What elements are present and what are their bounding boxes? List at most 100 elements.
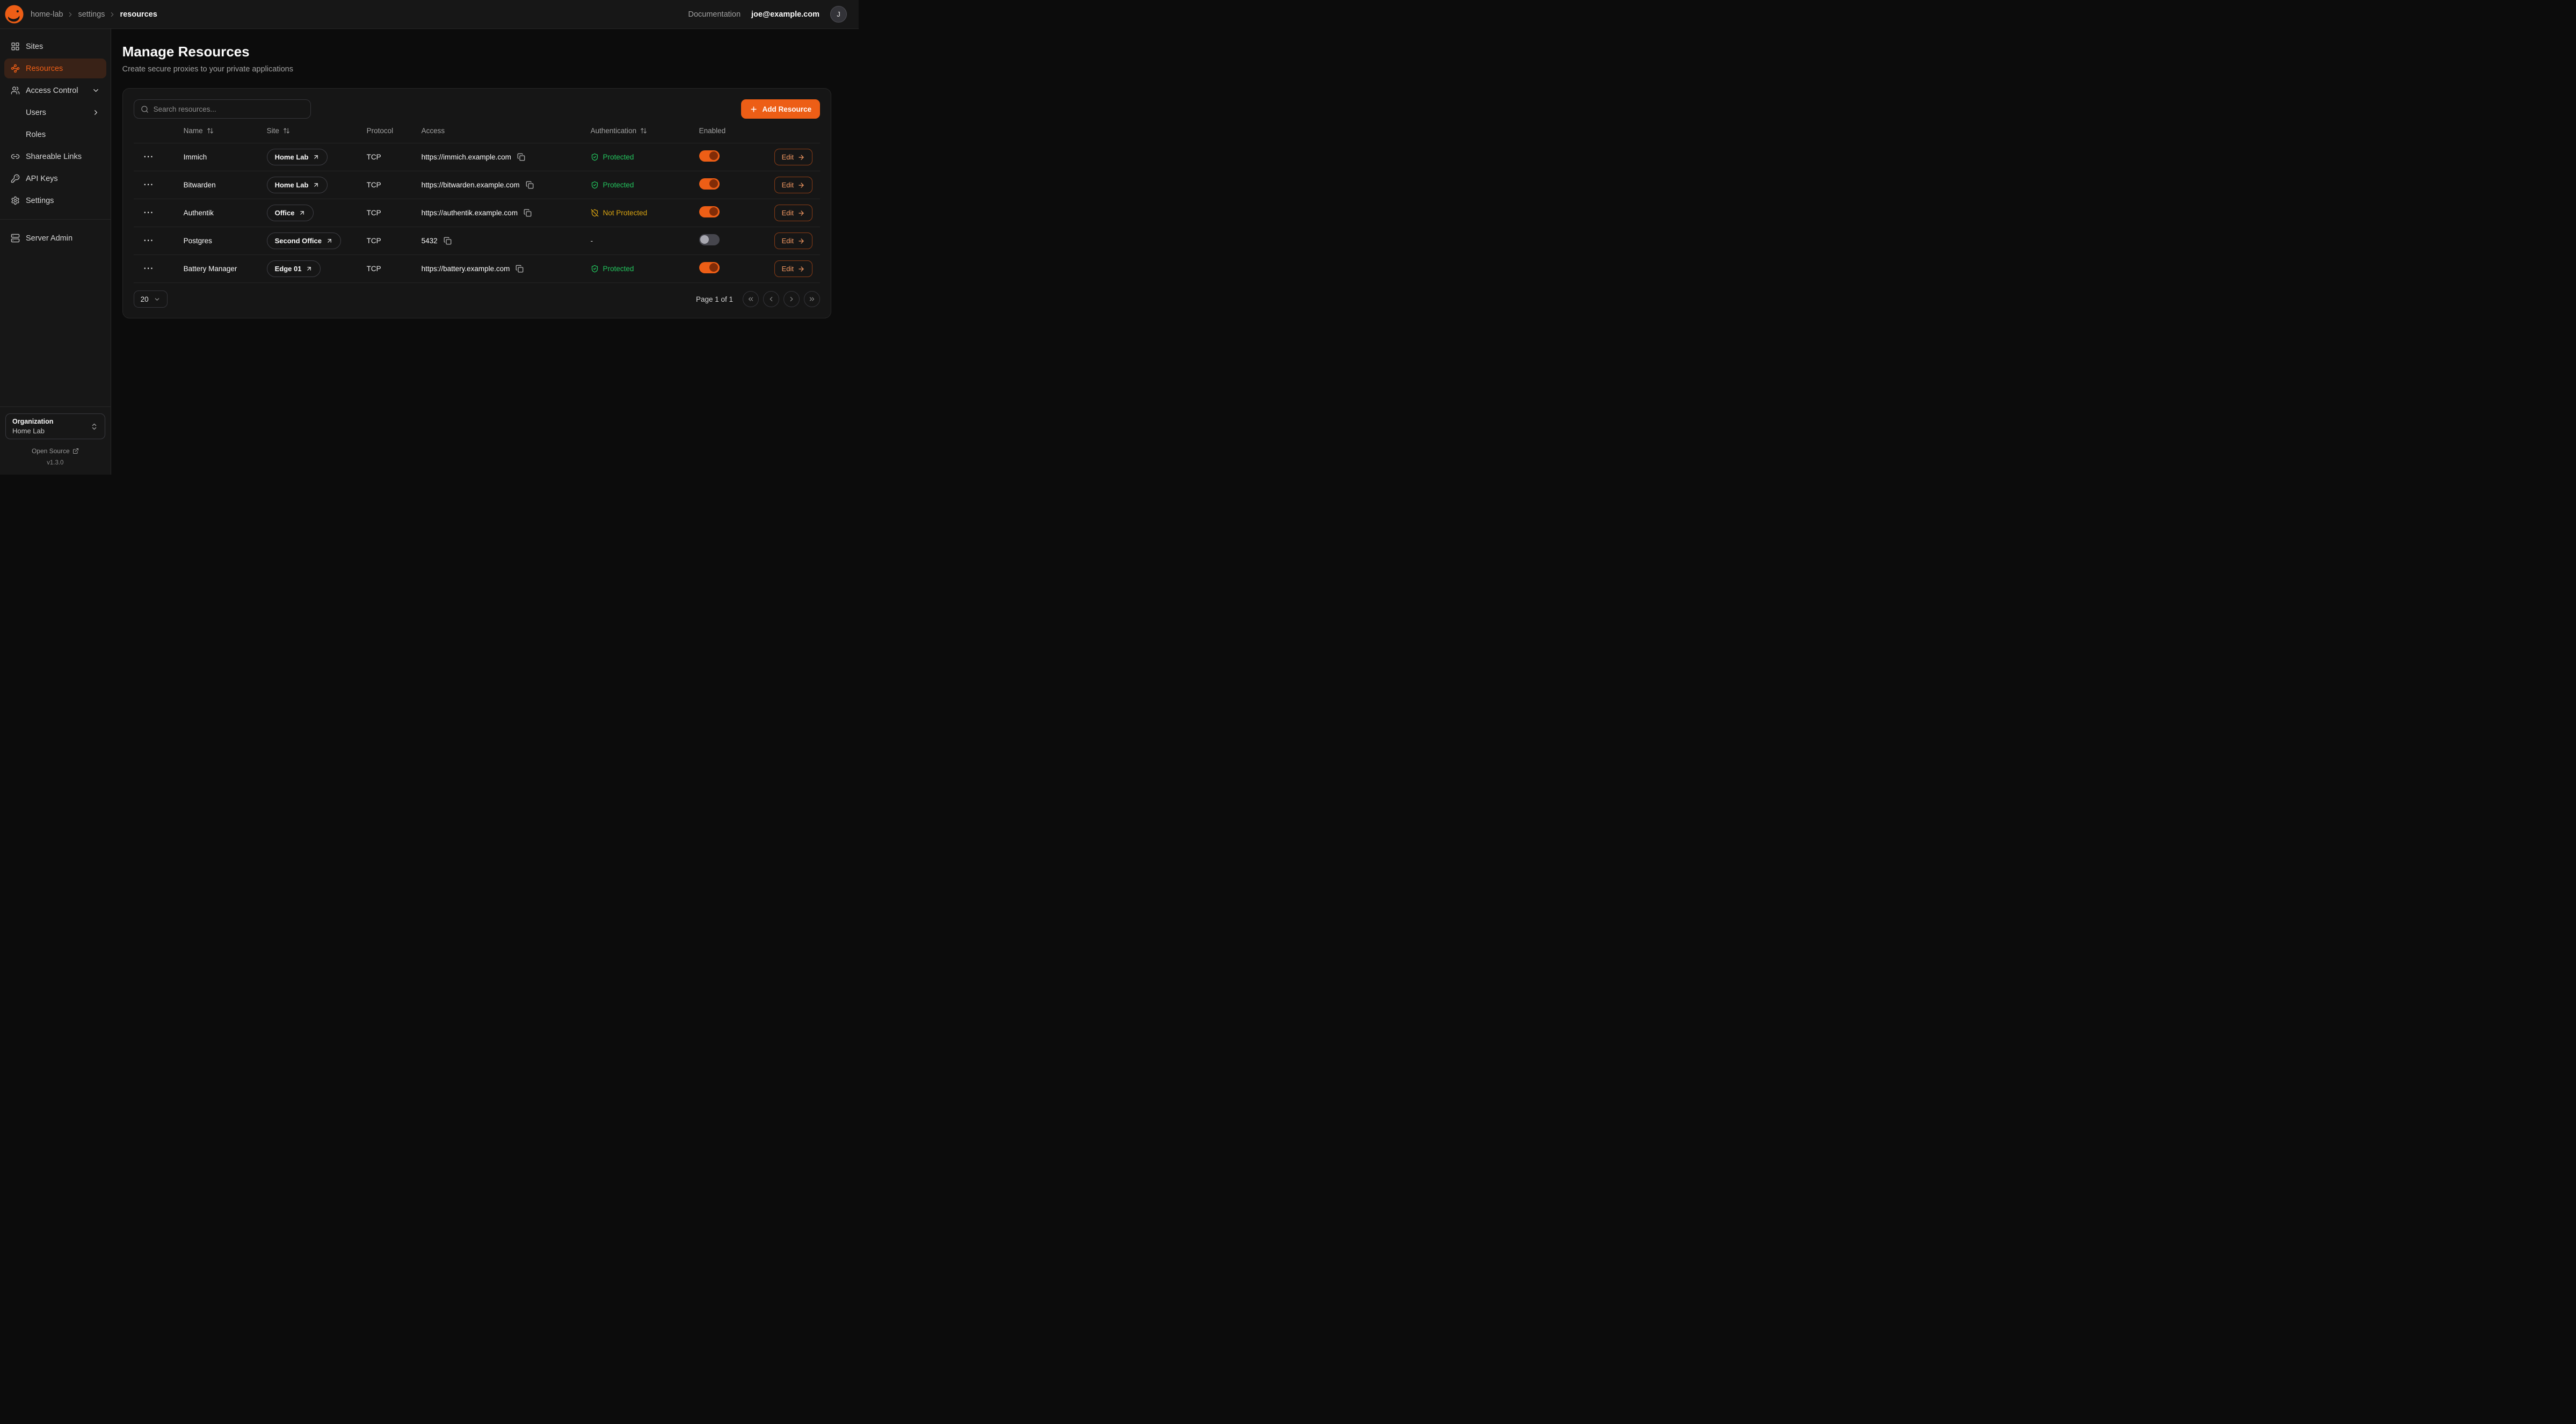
arrow-up-right-icon bbox=[313, 154, 320, 161]
shield-off-icon bbox=[591, 209, 599, 217]
last-page-button[interactable] bbox=[804, 291, 820, 307]
breadcrumb-item-org[interactable]: home-lab bbox=[31, 10, 63, 19]
column-header-name[interactable]: Name bbox=[184, 127, 267, 135]
waypoints-icon bbox=[11, 64, 20, 73]
edit-button[interactable]: Edit bbox=[774, 205, 812, 221]
page-size-select[interactable]: 20 bbox=[134, 290, 168, 308]
sidebar-item-settings[interactable]: Settings bbox=[4, 191, 106, 210]
resource-name: Immich bbox=[184, 153, 267, 161]
row-menu-button[interactable]: ⋯ bbox=[141, 151, 156, 163]
sidebar-item-roles[interactable]: Roles bbox=[4, 125, 106, 144]
auth-status: Protected bbox=[591, 265, 699, 273]
table-row: ⋯ Postgres Second Office TCP 5432 - Edit bbox=[134, 227, 820, 255]
table-toolbar: Add Resource bbox=[134, 99, 820, 119]
auth-status: Protected bbox=[591, 153, 699, 161]
organization-selector[interactable]: Organization Home Lab bbox=[5, 413, 105, 439]
sidebar-item-resources[interactable]: Resources bbox=[4, 59, 106, 78]
site-link[interactable]: Second Office bbox=[267, 233, 341, 249]
chevron-right-icon bbox=[67, 11, 74, 18]
row-menu-button[interactable]: ⋯ bbox=[141, 235, 156, 247]
copy-icon[interactable] bbox=[525, 180, 535, 190]
resource-access-url: https://immich.example.com bbox=[422, 153, 511, 161]
next-page-button[interactable] bbox=[783, 291, 800, 307]
topbar: home-lab settings resources Documentatio… bbox=[0, 0, 859, 29]
enabled-toggle[interactable] bbox=[699, 234, 720, 245]
sidebar-item-users[interactable]: Users bbox=[4, 103, 106, 122]
edit-button[interactable]: Edit bbox=[774, 260, 812, 277]
column-header-site[interactable]: Site bbox=[267, 127, 367, 135]
shield-check-icon bbox=[591, 181, 599, 189]
first-page-button[interactable] bbox=[743, 291, 759, 307]
row-menu-button[interactable]: ⋯ bbox=[141, 207, 156, 219]
external-link-icon bbox=[72, 448, 79, 454]
resource-name: Battery Manager bbox=[184, 265, 267, 273]
previous-page-button[interactable] bbox=[763, 291, 779, 307]
plus-icon bbox=[750, 105, 758, 113]
sidebar-item-label: Sites bbox=[26, 42, 43, 51]
sidebar-item-access-control[interactable]: Access Control bbox=[4, 81, 106, 100]
resources-card: Add Resource Name Site Protocol Access bbox=[122, 88, 831, 318]
resource-name: Postgres bbox=[184, 237, 267, 245]
resource-protocol: TCP bbox=[367, 265, 422, 273]
site-link[interactable]: Home Lab bbox=[267, 149, 328, 165]
breadcrumb-item-settings[interactable]: settings bbox=[78, 10, 105, 19]
user-email[interactable]: joe@example.com bbox=[751, 10, 819, 19]
column-header-authentication[interactable]: Authentication bbox=[591, 127, 699, 135]
chevron-right-icon bbox=[108, 11, 116, 18]
table-row: ⋯ Immich Home Lab TCP https://immich.exa… bbox=[134, 143, 820, 171]
auth-status-label: Protected bbox=[603, 153, 634, 161]
sidebar-item-server-admin[interactable]: Server Admin bbox=[4, 228, 106, 248]
site-link[interactable]: Office bbox=[267, 205, 314, 221]
row-menu-button[interactable]: ⋯ bbox=[141, 179, 156, 191]
sidebar-item-label: Users bbox=[26, 108, 46, 117]
auth-status-label: Not Protected bbox=[603, 209, 648, 217]
sidebar-item-label: Settings bbox=[26, 197, 54, 205]
resource-access-url: 5432 bbox=[422, 237, 438, 245]
auth-status-label: - bbox=[591, 237, 593, 245]
search-box bbox=[134, 99, 311, 119]
edit-button[interactable]: Edit bbox=[774, 233, 812, 249]
search-input[interactable] bbox=[154, 105, 304, 113]
sidebar-item-label: Access Control bbox=[26, 86, 78, 95]
organization-name: Home Lab bbox=[12, 427, 53, 435]
arrow-up-right-icon bbox=[313, 181, 320, 188]
add-resource-button[interactable]: Add Resource bbox=[741, 99, 820, 119]
site-link[interactable]: Edge 01 bbox=[267, 260, 321, 277]
table-header: Name Site Protocol Access Authentication bbox=[134, 119, 820, 143]
chevron-right-icon bbox=[92, 108, 100, 117]
column-header-protocol: Protocol bbox=[367, 127, 422, 135]
row-menu-button[interactable]: ⋯ bbox=[141, 263, 156, 275]
documentation-link[interactable]: Documentation bbox=[688, 10, 741, 19]
enabled-toggle[interactable] bbox=[699, 262, 720, 273]
copy-icon[interactable] bbox=[516, 152, 526, 162]
chevron-down-icon bbox=[154, 296, 161, 303]
copy-icon[interactable] bbox=[442, 236, 453, 246]
resource-protocol: TCP bbox=[367, 153, 422, 161]
open-source-link[interactable]: Open Source bbox=[32, 447, 79, 455]
app-version: v1.3.0 bbox=[5, 460, 105, 466]
sidebar-bottom: Organization Home Lab Open Source v1.3.0 bbox=[0, 406, 111, 475]
site-link[interactable]: Home Lab bbox=[267, 177, 328, 193]
enabled-toggle[interactable] bbox=[699, 206, 720, 217]
arrow-right-icon bbox=[797, 237, 805, 245]
sidebar-item-label: Roles bbox=[26, 130, 46, 139]
enabled-toggle[interactable] bbox=[699, 178, 720, 190]
table-row: ⋯ Battery Manager Edge 01 TCP https://ba… bbox=[134, 255, 820, 283]
enabled-toggle[interactable] bbox=[699, 150, 720, 162]
gear-icon bbox=[11, 196, 20, 205]
column-header-access: Access bbox=[422, 127, 591, 135]
organization-label: Organization bbox=[12, 418, 53, 425]
avatar[interactable]: J bbox=[830, 6, 847, 23]
sidebar-item-label: Server Admin bbox=[26, 234, 72, 243]
copy-icon[interactable] bbox=[514, 264, 525, 274]
app-logo-icon[interactable] bbox=[4, 4, 24, 24]
edit-button[interactable]: Edit bbox=[774, 177, 812, 193]
pagination: 20 Page 1 of 1 bbox=[134, 290, 820, 308]
chevrons-left-icon bbox=[747, 295, 754, 303]
app-layout: Sites Resources Access Control Users Rol… bbox=[0, 29, 859, 475]
sidebar-item-sites[interactable]: Sites bbox=[4, 37, 106, 56]
edit-button[interactable]: Edit bbox=[774, 149, 812, 165]
copy-icon[interactable] bbox=[523, 208, 533, 218]
sidebar-item-api-keys[interactable]: API Keys bbox=[4, 169, 106, 188]
sidebar-item-shareable-links[interactable]: Shareable Links bbox=[4, 147, 106, 166]
